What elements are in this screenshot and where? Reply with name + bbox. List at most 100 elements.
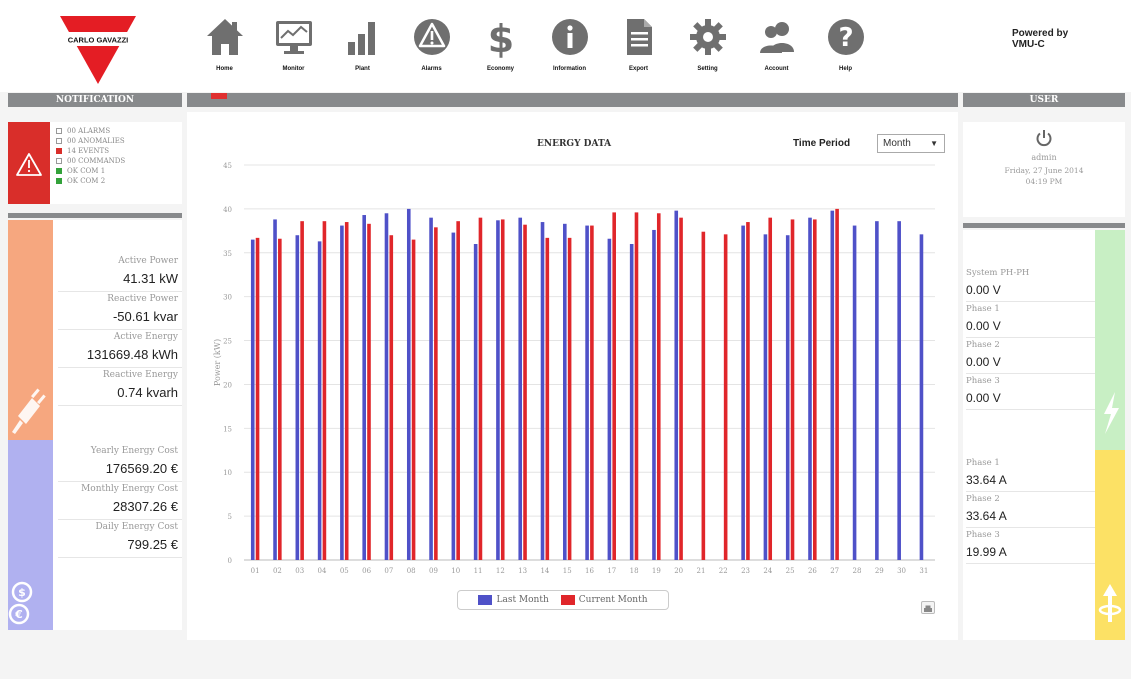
nav-account[interactable]: Account <box>742 14 811 84</box>
nav-information-label: Information <box>553 66 586 72</box>
bar-current-month-22 <box>723 234 728 560</box>
bar-current-month-26 <box>813 219 817 560</box>
bar-current-month-08 <box>411 239 416 560</box>
nav-home-label: Home <box>216 66 233 72</box>
bar-last-month-17 <box>607 238 612 560</box>
bar-current-month-07 <box>389 235 394 560</box>
x-tick-label: 15 <box>563 567 572 575</box>
x-tick-label: 01 <box>251 567 260 575</box>
product-name: VMU-C <box>1012 39 1045 50</box>
legend-swatch-last-month <box>478 595 493 605</box>
bar-last-month-08 <box>406 208 411 560</box>
system-phph-label: System PH-PH <box>966 268 1030 278</box>
user-title: USER <box>963 93 1125 107</box>
current-phase1-label: Phase 1 <box>966 458 1000 468</box>
nav-export[interactable]: Export <box>604 14 673 84</box>
alert-tile[interactable] <box>8 122 50 204</box>
nav-home[interactable]: Home <box>190 14 259 84</box>
x-tick-label: 10 <box>451 567 460 575</box>
x-tick-label: 22 <box>719 567 728 575</box>
bar-current-month-13 <box>523 224 527 560</box>
status-square <box>56 158 62 164</box>
current-phase3-label: Phase 3 <box>966 530 1000 540</box>
bar-last-month-19 <box>652 229 656 560</box>
nav-help[interactable]: ? Help <box>811 14 880 84</box>
energy-strip <box>8 220 53 440</box>
voltage-phase3-label: Phase 3 <box>966 376 1000 386</box>
bar-last-month-30 <box>897 221 901 560</box>
voltage-strip <box>1095 230 1125 450</box>
notif-anomalies[interactable]: 00 ANOMALIES <box>56 136 125 146</box>
active-power-label: Active Power <box>118 256 178 266</box>
system-phph-value: 0.00 V <box>966 281 1095 302</box>
nav-alarms[interactable]: Alarms <box>397 14 466 84</box>
yearly-cost-label: Yearly Energy Cost <box>90 446 178 456</box>
bar-current-month-05 <box>344 222 349 561</box>
notif-events[interactable]: 14 EVENTS <box>56 146 125 156</box>
chart-title: ENERGY DATA <box>537 139 612 149</box>
user-time: 04:19 PM <box>1025 177 1063 186</box>
bar-current-month-19 <box>656 213 661 560</box>
reactive-power-label: Reactive Power <box>107 294 178 304</box>
bar-chart-icon <box>347 22 375 55</box>
chart-export-button[interactable] <box>921 601 935 614</box>
notif-com2[interactable]: OK COM 2 <box>56 176 125 186</box>
x-tick-label: 18 <box>630 567 639 575</box>
gear-icon <box>689 19 726 55</box>
notification-list: 00 ALARMS 00 ANOMALIES 14 EVENTS 00 COMM… <box>56 126 125 186</box>
notif-count: OK <box>67 167 78 175</box>
bar-current-month-02 <box>278 238 282 560</box>
bar-current-month-17 <box>612 212 616 560</box>
carlo-gavazzi-logo: CARLO GAVAZZI <box>60 16 136 84</box>
x-tick-label: 04 <box>318 567 327 575</box>
user-divider <box>963 223 1125 228</box>
home-icon <box>206 19 243 55</box>
nav-account-label: Account <box>764 66 789 72</box>
notif-com1[interactable]: OK COM 1 <box>56 166 125 176</box>
user-datetime: Friday, 27 June 2014 04:19 PM <box>963 165 1125 187</box>
y-tick-label: 0 <box>228 557 232 565</box>
bar-last-month-14 <box>540 222 545 561</box>
bar-last-month-11 <box>473 244 478 560</box>
nav-plant[interactable]: Plant <box>328 14 397 84</box>
status-square <box>56 168 62 174</box>
notification-panel[interactable]: 00 ALARMS 00 ANOMALIES 14 EVENTS 00 COMM… <box>8 122 182 204</box>
bar-current-month-15 <box>567 237 572 560</box>
chart-legend: Last Month Current Month <box>457 590 669 610</box>
x-tick-label: 20 <box>674 567 683 575</box>
bar-last-month-15 <box>563 223 567 561</box>
legend-current-month[interactable]: Current Month <box>560 595 648 605</box>
nav-monitor[interactable]: Monitor <box>259 14 328 84</box>
bar-current-month-10 <box>456 221 460 560</box>
notif-count: 00 <box>67 137 76 145</box>
bar-last-month-02 <box>273 219 277 560</box>
notif-label: EVENTS <box>78 147 110 155</box>
x-tick-label: 07 <box>384 567 393 575</box>
nav-setting[interactable]: Setting <box>673 14 742 84</box>
notif-label: COM 1 <box>80 167 106 175</box>
y-tick-label: 30 <box>223 294 232 302</box>
status-square <box>56 178 62 184</box>
notif-commands[interactable]: 00 COMMANDS <box>56 156 125 166</box>
user-name: admin <box>1031 153 1057 162</box>
active-energy-label: Active Energy <box>113 332 178 342</box>
reactive-energy-value: 0.74 kvarh <box>58 383 182 406</box>
power-icon[interactable] <box>1035 129 1053 147</box>
time-period-select[interactable]: Month ▼ <box>877 134 945 153</box>
legend-last-month[interactable]: Last Month <box>478 595 549 605</box>
currency-icon: $ € <box>8 581 33 625</box>
x-tick-label: 31 <box>919 567 928 575</box>
notif-alarms[interactable]: 00 ALARMS <box>56 126 125 136</box>
nav-information[interactable]: Information <box>535 14 604 84</box>
warning-triangle-icon <box>16 153 42 176</box>
dollar-icon: $ <box>487 17 513 58</box>
bar-last-month-28 <box>852 225 857 561</box>
bar-last-month-10 <box>451 232 456 560</box>
plug-icon <box>12 388 46 434</box>
nav-economy[interactable]: $ Economy <box>466 14 535 84</box>
x-tick-label: 14 <box>540 567 549 575</box>
left-divider <box>8 213 182 218</box>
svg-text:€: € <box>14 608 23 621</box>
notif-count: OK <box>67 177 78 185</box>
y-tick-label: 15 <box>223 425 232 433</box>
